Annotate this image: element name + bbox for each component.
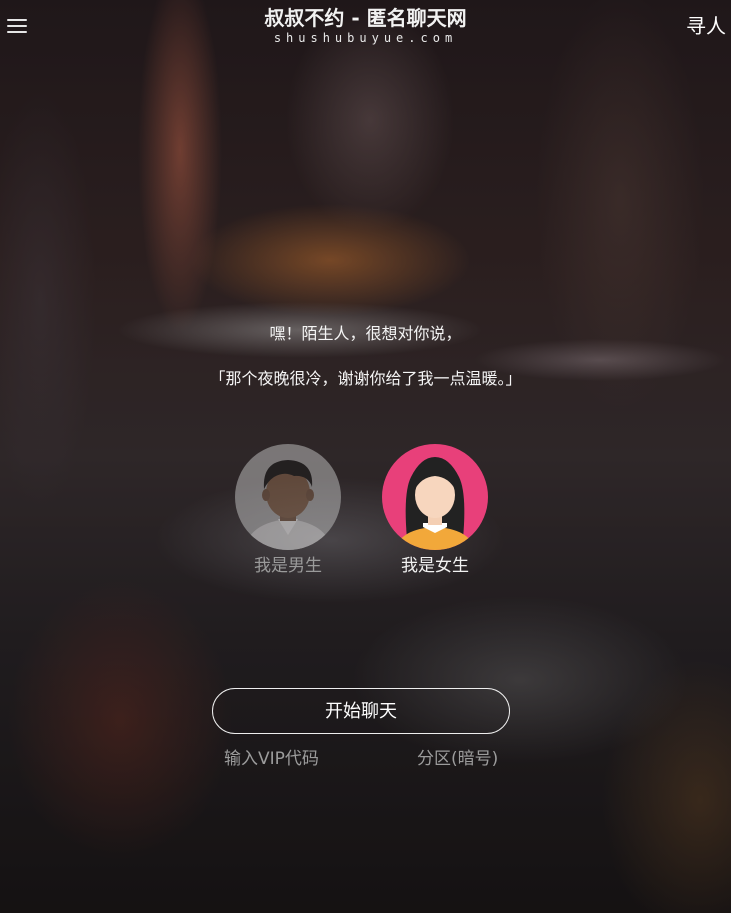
site-domain: shushubuyue.com <box>273 31 458 45</box>
male-option-label: 我是男生 <box>254 556 322 576</box>
site-title: 叔叔不约 - 匿名聊天网 <box>264 6 467 30</box>
female-avatar-icon <box>382 444 488 550</box>
background-overlay <box>0 0 731 913</box>
female-option-button[interactable]: 我是女生 <box>381 443 489 576</box>
chat-landing-page: 叔叔不约 - 匿名聊天网 shushubuyue.com 寻人 嘿！陌生人，很想… <box>0 0 731 913</box>
greeting-line-2: 「那个夜晚很冷，谢谢你给了我一点温暖。」 <box>209 369 522 388</box>
female-option-label: 我是女生 <box>401 556 469 576</box>
male-avatar-icon <box>235 444 341 550</box>
vip-code-link[interactable]: 输入VIP代码 <box>224 748 319 770</box>
male-option-button[interactable]: 我是男生 <box>234 443 342 576</box>
find-person-link[interactable]: 寻人 <box>686 14 726 38</box>
greeting-line-1: 嘿！陌生人，很想对你说， <box>269 324 462 343</box>
start-chat-button[interactable]: 开始聊天 <box>212 688 510 734</box>
zone-code-link[interactable]: 分区(暗号) <box>417 748 498 770</box>
